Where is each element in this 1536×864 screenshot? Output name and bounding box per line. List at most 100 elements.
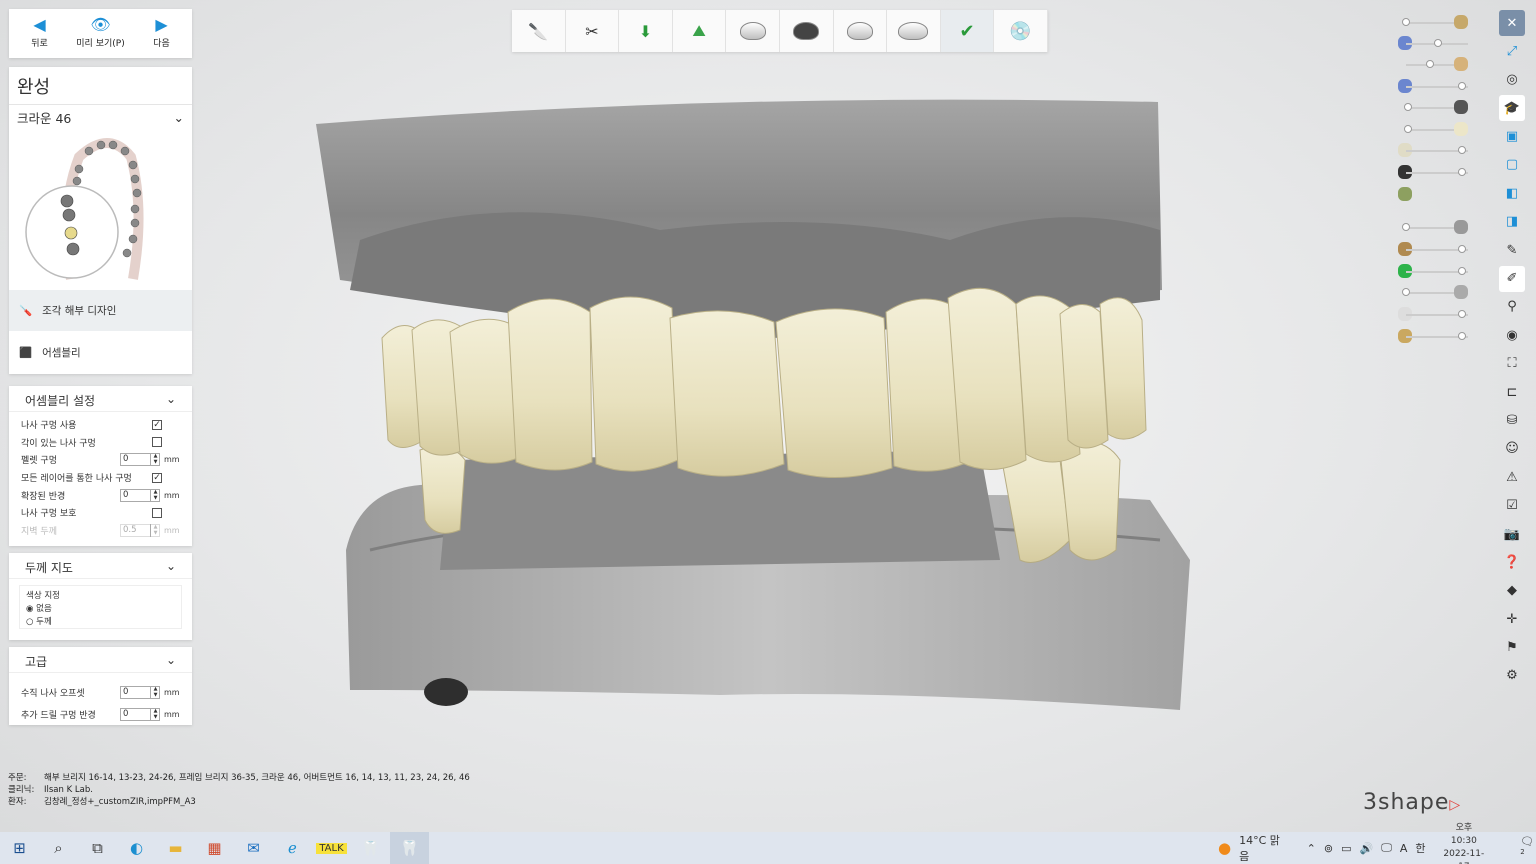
kakaotalk-button[interactable]: TALK: [312, 832, 351, 864]
scan-tool-button[interactable]: 🔪: [512, 10, 566, 52]
chevron-up-icon[interactable]: ⌃: [1307, 842, 1316, 855]
axis-button[interactable]: ✛: [1499, 606, 1525, 632]
measure-button[interactable]: ⚲: [1499, 294, 1525, 320]
face-button[interactable]: ☺: [1499, 436, 1525, 462]
abutment-tool-button[interactable]: [780, 10, 834, 52]
wall-thickness-unit: mm: [164, 525, 180, 535]
orbit-icon: ◎: [1506, 72, 1518, 88]
cross-section-button[interactable]: ⊏: [1499, 379, 1525, 405]
warning-button[interactable]: ⚠: [1499, 464, 1525, 490]
view-left-button[interactable]: ◧: [1499, 180, 1525, 206]
preview-button[interactable]: 👁 미리 보기(P): [70, 9, 131, 58]
cut-tool-button[interactable]: ✂: [566, 10, 620, 52]
flag-button[interactable]: ⚑: [1499, 635, 1525, 661]
slider-abutment[interactable]: [1398, 100, 1468, 114]
cube-left-icon: ◧: [1505, 185, 1519, 201]
model-box-button[interactable]: ◆: [1499, 578, 1525, 604]
finish-tool-button[interactable]: ✔: [940, 10, 995, 52]
slider-drill[interactable]: [1398, 285, 1468, 299]
wax-knife-button[interactable]: ✐: [1499, 265, 1525, 292]
slider-antagonist[interactable]: [1398, 57, 1468, 71]
view-front-button[interactable]: ▣: [1499, 124, 1525, 150]
crown-selector[interactable]: 크라운 46 ⌄: [9, 105, 192, 129]
screw-through-layers-checkbox[interactable]: ✓: [152, 472, 162, 483]
slider-upper-scan[interactable]: [1398, 36, 1468, 50]
slider-screw[interactable]: [1398, 187, 1468, 201]
drill-hole-radius-stepper[interactable]: ▲ ▼: [150, 707, 160, 721]
occlusion-button[interactable]: ◉: [1499, 322, 1525, 348]
notification-button[interactable]: 🗨2: [1520, 835, 1536, 862]
orbit-button[interactable]: ◎: [1499, 67, 1525, 93]
view-right-button[interactable]: ◨: [1499, 209, 1525, 235]
settings-button[interactable]: ⚙: [1499, 663, 1525, 689]
search-button[interactable]: ⌕: [39, 832, 78, 864]
next-button[interactable]: ▶ 다음: [131, 9, 192, 58]
pellet-hole-stepper[interactable]: ▲ ▼: [150, 453, 160, 467]
weather-text[interactable]: 14°C 맑음: [1239, 832, 1283, 864]
assembly-item[interactable]: ⬛ 어셈블리: [9, 331, 192, 373]
import-tool-button[interactable]: ⬇: [619, 10, 673, 52]
assembly-settings-header[interactable]: 어셈블리 설정 ⌄: [9, 386, 192, 412]
volume-icon[interactable]: 🔊: [1360, 842, 1374, 855]
slider-bridge[interactable]: [1398, 143, 1468, 157]
start-button[interactable]: ⊞: [0, 832, 39, 864]
radio-thickness[interactable]: ○ 두께: [26, 616, 175, 629]
vertical-screw-offset-row: 수직 나사 오프셋 0 ▲ ▼ mm: [9, 681, 192, 703]
file-explorer-button[interactable]: ▬: [156, 832, 195, 864]
ie-button[interactable]: ℯ: [273, 832, 312, 864]
slider-gingiva[interactable]: [1398, 79, 1468, 93]
mail-button[interactable]: ✉: [234, 832, 273, 864]
slider-tool[interactable]: [1398, 329, 1468, 343]
slider-green-implant[interactable]: [1398, 264, 1468, 278]
clipping-button[interactable]: ⛶: [1499, 351, 1525, 377]
battery-icon[interactable]: ▭: [1341, 842, 1351, 855]
angled-screw-hole-checkbox[interactable]: [152, 437, 162, 448]
edge-button[interactable]: ◐: [117, 832, 156, 864]
library-button[interactable]: ⛁: [1499, 407, 1525, 433]
margin-tool-button[interactable]: ⛰: [673, 10, 727, 52]
radio-none-label: 없음: [36, 604, 52, 614]
thickness-map-header[interactable]: 두께 지도 ⌄: [9, 553, 192, 579]
vertical-screw-offset-stepper[interactable]: ▲ ▼: [150, 685, 160, 699]
dental-system-button[interactable]: 🦷: [351, 832, 390, 864]
tooth-chart[interactable]: [9, 129, 192, 289]
back-button[interactable]: ◀ 뒤로: [9, 9, 70, 58]
radio-thickness-label: 두께: [36, 617, 52, 627]
search-icon: ⌕: [54, 839, 63, 857]
3d-viewport[interactable]: [300, 90, 1200, 720]
screw-through-layers-row: 모든 레이어를 통한 나사 구멍 ✓: [9, 469, 192, 487]
network-icon[interactable]: ⊚: [1324, 842, 1333, 855]
language-indicator[interactable]: A: [1400, 842, 1408, 855]
dental-designer-button[interactable]: 🦷: [390, 832, 429, 864]
anatomy-tool-button[interactable]: [834, 10, 888, 52]
advanced-header[interactable]: 고급 ⌄: [9, 647, 192, 673]
slider-crown[interactable]: [1398, 122, 1468, 136]
view-back-button[interactable]: ▢: [1499, 152, 1525, 178]
use-screw-hole-checkbox[interactable]: ✓: [152, 419, 162, 430]
slider-implant[interactable]: [1398, 165, 1468, 179]
display-icon[interactable]: 🖵: [1381, 841, 1392, 855]
extended-radius-stepper[interactable]: ▲ ▼: [150, 488, 160, 502]
radio-none[interactable]: ◉ 없음: [26, 603, 175, 616]
help-button[interactable]: ❓: [1499, 549, 1525, 575]
screenshot-button[interactable]: 📷: [1499, 521, 1525, 547]
sculpt-design-item[interactable]: 🪛 조각 해부 디자인: [9, 289, 192, 331]
task-view-button[interactable]: ⧉: [78, 832, 117, 864]
tutorial-button[interactable]: 🎓: [1499, 95, 1525, 122]
slider-upper-model[interactable]: [1398, 15, 1468, 29]
ime-indicator[interactable]: 한: [1415, 840, 1425, 856]
export-tool-button[interactable]: 💿: [994, 10, 1048, 52]
clock[interactable]: 오후 10:30 2022-11-17: [1441, 822, 1486, 864]
close-view-button[interactable]: ✕: [1499, 10, 1525, 36]
slider-pin[interactable]: [1398, 220, 1468, 234]
crown-tool-button[interactable]: [726, 10, 780, 52]
slider-post[interactable]: [1398, 242, 1468, 256]
bridge-tool-button[interactable]: [887, 10, 941, 52]
protect-screw-hole-checkbox[interactable]: [152, 507, 162, 518]
slider-disc[interactable]: [1398, 307, 1468, 321]
clinic-label: 클리닉:: [8, 785, 35, 795]
sculpt-button[interactable]: ✎: [1499, 237, 1525, 263]
fullscreen-button[interactable]: ⤢: [1499, 38, 1525, 64]
store-button[interactable]: ▦: [195, 832, 234, 864]
check-box-button[interactable]: ☑: [1499, 493, 1525, 519]
